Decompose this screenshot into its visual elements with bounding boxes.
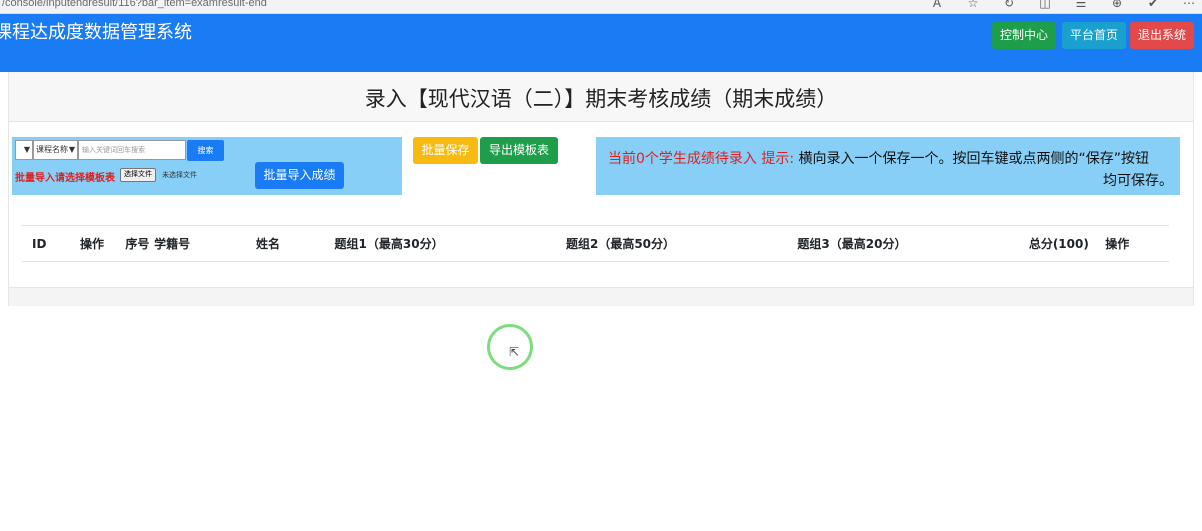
more-icon[interactable]: ⋯ (1182, 0, 1196, 10)
import-label: 批量导入请选择模板表 (15, 173, 115, 184)
column-header-action: 操作 (47, 225, 108, 262)
control-center-button[interactable]: 控制中心 (992, 22, 1057, 49)
split-icon[interactable]: ◫ (1038, 0, 1052, 10)
logout-button[interactable]: 退出系统 (1130, 22, 1195, 49)
notice-line: 当前0个学生成绩待录入 提示: 横向录入一个保存一个。按回车键或点两侧的“保存”… (608, 148, 1149, 168)
refresh-icon[interactable]: ↻ (1002, 0, 1016, 10)
search-panel: ▼ 课程名称 ▼ 搜索 批量导入请选择模板表 选择文件 未选择文件 批量导入成绩 (12, 137, 402, 195)
card-header: 录入【现代汉语（二）】期末考核成绩（期末成绩） (9, 72, 1193, 122)
card-footer (9, 287, 1193, 306)
column-header-index: 序号 (107, 225, 155, 262)
search-button[interactable]: 搜索 (187, 140, 224, 161)
search-input[interactable] (78, 140, 186, 160)
column-header-id: ID (22, 225, 48, 262)
chevron-down-icon: ▼ (23, 145, 30, 154)
table-header-row: ID 操作 序号 学籍号 姓名 题组1（最高30分） 题组2（最高50分） 题组… (22, 225, 1169, 262)
platform-home-button[interactable]: 平台首页 (1062, 22, 1127, 49)
browser-icons: A ☆ ↻ ◫ ☰ ⊕ ✔ ⋯ (930, 0, 1196, 10)
pending-count-text: 当前0个学生成绩待录入 (608, 151, 757, 167)
column-header-total: 总分(100) (1028, 225, 1106, 262)
address-bar[interactable]: /console/inputendresult/116?bar_item=exa… (2, 0, 267, 9)
cursor-arrow-icon: ⇱ (509, 345, 520, 359)
app-header: 课程达成度数据管理系统 控制中心 平台首页 退出系统 (0, 14, 1202, 72)
hint-text-continued: 均可保存。 (1103, 173, 1173, 189)
filter-field-select[interactable]: 课程名称 ▼ (33, 140, 78, 160)
favorites-icon[interactable]: ☰ (1074, 0, 1088, 10)
filter-toggle-select[interactable]: ▼ (15, 140, 33, 160)
filter-field-value: 课程名称 (36, 145, 68, 154)
extension-icon[interactable]: ✔ (1146, 0, 1160, 10)
page-title: 录入【现代汉语（二）】期末考核成绩（期末成绩） (364, 87, 838, 111)
choose-file-button[interactable]: 选择文件 (120, 168, 156, 182)
export-template-button[interactable]: 导出模板表 (480, 137, 558, 164)
batch-save-button[interactable]: 批量保存 (413, 137, 478, 164)
batch-import-button[interactable]: 批量导入成绩 (255, 162, 344, 189)
column-header-name: 姓名 (256, 225, 335, 262)
column-header-group2: 题组2（最高50分） (565, 225, 798, 262)
notice-panel: 当前0个学生成绩待录入 提示: 横向录入一个保存一个。按回车键或点两侧的“保存”… (596, 137, 1180, 195)
hint-label: 提示: (761, 151, 795, 167)
column-header-student-id: 学籍号 (154, 225, 256, 262)
file-status: 未选择文件 (162, 171, 197, 179)
reader-icon[interactable]: A (930, 0, 944, 10)
column-header-group3: 题组3（最高20分） (797, 225, 1029, 262)
hint-text: 横向录入一个保存一个。按回车键或点两侧的“保存”按钮 (798, 151, 1150, 167)
collections-icon[interactable]: ⊕ (1110, 0, 1124, 10)
star-icon[interactable]: ☆ (966, 0, 980, 10)
column-header-action-right: 操作 (1105, 225, 1169, 262)
app-title: 课程达成度数据管理系统 (0, 22, 192, 43)
browser-toolbar: /console/inputendresult/116?bar_item=exa… (0, 0, 1202, 14)
grades-table: ID 操作 序号 学籍号 姓名 题组1（最高30分） 题组2（最高50分） 题组… (22, 225, 1169, 262)
column-header-group1: 题组1（最高30分） (334, 225, 566, 262)
chevron-down-icon: ▼ (68, 145, 75, 154)
